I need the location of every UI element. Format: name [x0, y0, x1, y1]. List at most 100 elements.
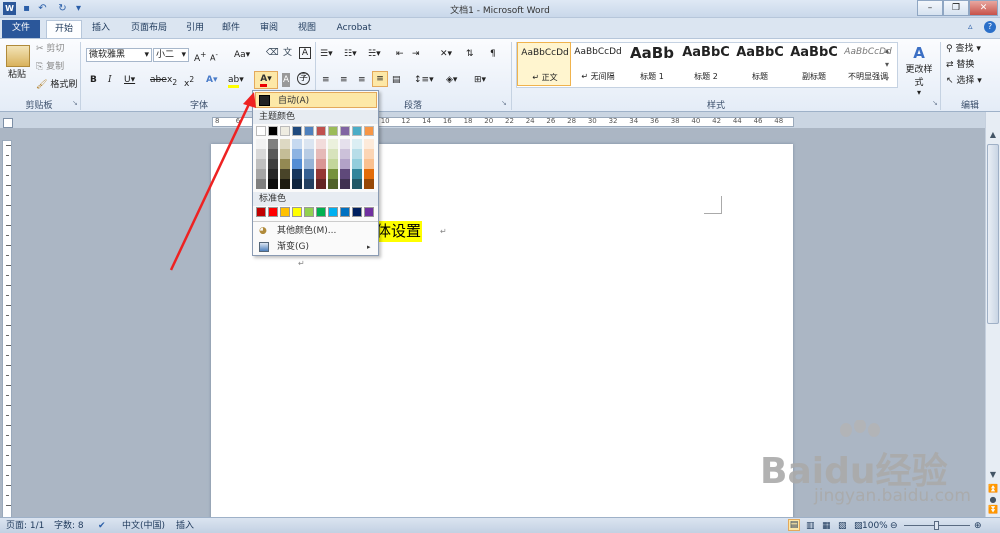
bullets-icon[interactable]: ☰▾ — [320, 47, 333, 61]
underline-icon[interactable]: U▾ — [124, 73, 135, 87]
tab-home[interactable]: 开始 — [46, 20, 82, 38]
theme-color-shade[interactable] — [352, 139, 362, 149]
theme-color-shade[interactable] — [340, 149, 350, 159]
standard-color-swatch[interactable] — [256, 207, 266, 217]
theme-color-shade[interactable] — [292, 179, 302, 189]
zoom-level[interactable]: 100% — [862, 519, 888, 533]
character-border-icon[interactable]: A — [299, 47, 311, 59]
font-color-button[interactable]: A▾ — [254, 71, 278, 89]
theme-color-shade[interactable] — [268, 169, 278, 179]
theme-color-shade[interactable] — [304, 169, 314, 179]
copy-button[interactable]: ⎘ 复制 — [36, 60, 64, 74]
theme-color-swatch[interactable] — [316, 126, 326, 136]
theme-color-swatch[interactable] — [256, 126, 266, 136]
tab-view[interactable]: 视图 — [292, 20, 322, 38]
insert-mode-indicator[interactable]: 插入 — [176, 519, 194, 533]
paste-button[interactable]: 粘贴 — [8, 68, 26, 82]
scroll-thumb[interactable] — [987, 144, 999, 324]
styles-scroll[interactable]: ▴ ▾ ▿ — [885, 44, 889, 86]
italic-icon[interactable]: I — [108, 73, 112, 87]
zoom-slider-thumb[interactable] — [934, 521, 939, 530]
theme-color-shade[interactable] — [304, 179, 314, 189]
help-icon[interactable]: ? — [984, 21, 996, 33]
theme-color-shade[interactable] — [328, 149, 338, 159]
theme-color-shade[interactable] — [268, 149, 278, 159]
clipboard-launcher-icon[interactable]: ↘ — [72, 99, 78, 107]
browse-object-icon[interactable]: ● — [987, 495, 999, 505]
scroll-up-icon[interactable]: ▲ — [987, 130, 999, 142]
increase-indent-icon[interactable]: ⇥ — [412, 47, 420, 61]
word-count[interactable]: 字数: 8 — [54, 519, 84, 533]
theme-color-shade[interactable] — [292, 149, 302, 159]
find-button[interactable]: ⚲ 查找 ▾ — [946, 42, 981, 56]
cut-button[interactable]: ✂ 剪切 — [36, 42, 64, 56]
standard-color-swatch[interactable] — [304, 207, 314, 217]
tab-insert[interactable]: 插入 — [86, 20, 116, 38]
minimize-button[interactable]: – — [917, 0, 943, 16]
tab-review[interactable]: 审阅 — [254, 20, 284, 38]
theme-color-shade[interactable] — [268, 179, 278, 189]
highlight-color-icon[interactable]: ab▾ — [228, 73, 244, 88]
standard-color-swatch[interactable] — [352, 207, 362, 217]
theme-color-shade[interactable] — [352, 169, 362, 179]
strikethrough-icon[interactable]: abe — [150, 73, 167, 87]
tab-acrobat[interactable]: Acrobat — [331, 20, 377, 38]
theme-color-shade[interactable] — [340, 169, 350, 179]
restore-button[interactable]: ❐ — [943, 0, 969, 16]
theme-color-shade[interactable] — [292, 169, 302, 179]
tab-page-layout[interactable]: 页面布局 — [124, 20, 174, 38]
standard-color-swatch[interactable] — [280, 207, 290, 217]
standard-color-swatch[interactable] — [328, 207, 338, 217]
theme-color-shade[interactable] — [304, 149, 314, 159]
tab-mailings[interactable]: 邮件 — [216, 20, 246, 38]
theme-color-shade[interactable] — [256, 169, 266, 179]
font-size-combo[interactable]: 小二 ▾ — [153, 48, 189, 62]
theme-color-swatch[interactable] — [292, 126, 302, 136]
outline-icon[interactable]: ▧ — [838, 519, 847, 533]
theme-color-shade[interactable] — [316, 159, 326, 169]
theme-color-shade[interactable] — [364, 179, 374, 189]
previous-page-icon[interactable]: ⏫ — [987, 484, 999, 494]
style-heading-1[interactable]: AaBb 标题 1 — [625, 42, 679, 86]
bold-icon[interactable]: B — [90, 73, 97, 87]
theme-color-shade[interactable] — [340, 179, 350, 189]
numbering-icon[interactable]: ☷▾ — [344, 47, 357, 61]
zoom-in-icon[interactable]: ⊕ — [974, 519, 982, 533]
theme-color-shade[interactable] — [364, 159, 374, 169]
theme-color-shade[interactable] — [328, 179, 338, 189]
full-screen-reading-icon[interactable]: ▥ — [806, 519, 815, 533]
standard-color-swatch[interactable] — [268, 207, 278, 217]
gradient-item[interactable]: 渐变(G) ▸ — [255, 239, 377, 255]
shrink-font-icon[interactable]: A- — [210, 48, 218, 66]
format-painter-button[interactable]: 🖌 格式刷 — [36, 78, 77, 92]
style-normal[interactable]: AaBbCcDd ↵ 正文 — [517, 42, 571, 86]
replace-button[interactable]: ⇄ 替换 — [946, 58, 974, 72]
theme-color-swatch[interactable] — [364, 126, 374, 136]
theme-color-shade[interactable] — [328, 159, 338, 169]
line-spacing-icon[interactable]: ↕≡▾ — [414, 73, 434, 87]
decrease-indent-icon[interactable]: ⇤ — [396, 47, 404, 61]
shading-icon[interactable]: ◈▾ — [446, 73, 457, 87]
theme-color-shade[interactable] — [256, 179, 266, 189]
close-button[interactable]: ✕ — [969, 0, 998, 16]
styles-launcher-icon[interactable]: ↘ — [932, 99, 938, 107]
theme-color-shade[interactable] — [304, 159, 314, 169]
theme-color-shade[interactable] — [316, 169, 326, 179]
theme-color-shade[interactable] — [328, 169, 338, 179]
zoom-out-icon[interactable]: ⊖ — [890, 519, 898, 533]
character-shading-icon[interactable]: A — [282, 73, 291, 87]
theme-color-shade[interactable] — [340, 139, 350, 149]
web-layout-icon[interactable]: ▦ — [822, 519, 831, 533]
next-page-icon[interactable]: ⏬ — [987, 505, 999, 515]
theme-color-shade[interactable] — [304, 139, 314, 149]
minimize-ribbon-icon[interactable]: ▵ — [968, 22, 973, 32]
more-colors-item[interactable]: ◕ 其他颜色(M)... — [255, 223, 377, 239]
theme-color-shade[interactable] — [316, 139, 326, 149]
show-marks-icon[interactable]: ¶ — [490, 47, 496, 61]
font-name-combo[interactable]: 微软雅黑 ▾ — [86, 48, 152, 62]
page-count[interactable]: 页面: 1/1 — [6, 519, 44, 533]
theme-color-swatch[interactable] — [352, 126, 362, 136]
phonetic-guide-icon[interactable]: 文 — [283, 46, 292, 60]
theme-color-shade[interactable] — [280, 169, 290, 179]
theme-color-shade[interactable] — [256, 139, 266, 149]
